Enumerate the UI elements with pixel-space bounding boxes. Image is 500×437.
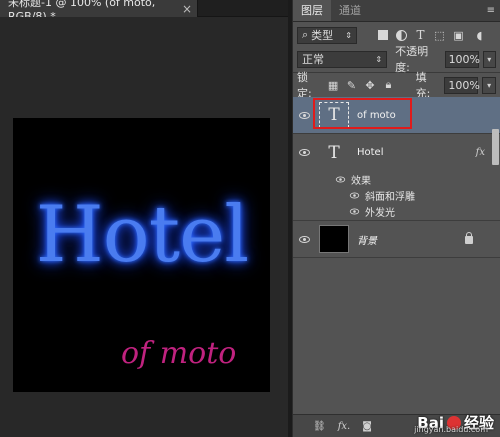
layer-name: Hotel	[357, 147, 384, 158]
chevron-down-icon: ⇕	[375, 54, 383, 64]
filter-toggle-icon[interactable]: ◖	[472, 28, 487, 43]
tab-channels[interactable]: 通道	[331, 0, 369, 21]
blend-mode-value: 正常	[302, 53, 324, 66]
filter-kind-select[interactable]: ⌕ 类型 ⇕	[297, 26, 357, 44]
layer-hotel[interactable]: T Hotel fx	[293, 134, 500, 171]
layers-panel: 图层 通道 ≡ ⌕ 类型 ⇕ T ⬚ ▣ ◖ 正常 ⇕ 不透明度: 100% ▾…	[292, 0, 500, 437]
chevron-down-icon: ⇕	[345, 30, 352, 40]
add-mask-icon[interactable]: ◙	[362, 421, 372, 432]
type-layer-filter-icon[interactable]: T	[413, 28, 428, 43]
add-style-icon[interactable]: fx.	[338, 421, 351, 432]
background-thumbnail	[319, 225, 349, 253]
effects-label: 效果	[351, 175, 371, 187]
panel-tabs: 图层 通道 ≡	[293, 0, 500, 22]
filter-kind-label: 类型	[311, 29, 334, 42]
watermark-url: jingyan.baidu.com	[414, 425, 488, 434]
effect-name: 斜面和浮雕	[365, 191, 415, 203]
visibility-toggle[interactable]	[293, 235, 315, 243]
document-tab[interactable]: 未标题-1 @ 100% (of moto, RGB/8) * ×	[0, 0, 198, 23]
eye-icon[interactable]	[349, 208, 360, 215]
smart-object-filter-icon[interactable]: ▣	[451, 28, 466, 43]
lock-image-icon[interactable]: ✎	[344, 78, 358, 93]
link-layers-icon[interactable]: ⛓	[313, 421, 326, 432]
text-layer-thumbnail-icon: T	[328, 142, 340, 163]
effect-bevel-emboss[interactable]: 斜面和浮雕	[293, 187, 500, 203]
visibility-toggle[interactable]	[293, 149, 315, 156]
opacity-value: 100%	[448, 52, 481, 66]
shape-layer-filter-icon[interactable]: ⬚	[432, 28, 447, 43]
pixel-layer-filter-icon[interactable]	[375, 28, 390, 43]
eye-icon	[298, 149, 310, 156]
lock-all-icon[interactable]: 🔒︎	[381, 78, 395, 93]
blend-mode-select[interactable]: 正常 ⇕	[297, 50, 388, 68]
eye-icon[interactable]	[349, 192, 360, 198]
eye-icon	[298, 235, 310, 243]
panel-menu-icon[interactable]: ≡	[487, 5, 495, 16]
tab-layers[interactable]: 图层	[293, 0, 331, 21]
layer-background[interactable]: 背景	[293, 221, 500, 258]
watermark-logo: Bai 经验 jingyan.baidu.com	[414, 412, 494, 435]
lock-transparent-icon[interactable]: ▦	[326, 78, 340, 93]
canvas-area[interactable]: Hotel of moto	[0, 17, 288, 437]
artboard[interactable]: Hotel of moto	[13, 118, 270, 392]
visibility-toggle[interactable]	[293, 111, 315, 119]
effect-outer-glow[interactable]: 外发光	[293, 203, 500, 221]
opacity-input[interactable]: 100%	[444, 50, 481, 68]
fx-icon[interactable]: fx	[476, 147, 485, 158]
adjustment-layer-filter-icon[interactable]	[394, 28, 409, 43]
fill-value: 100%	[448, 78, 480, 92]
eye-icon[interactable]	[335, 176, 346, 182]
opacity-dropdown-button[interactable]: ▾	[482, 50, 496, 68]
document-tab-bar: 未标题-1 @ 100% (of moto, RGB/8) * ×	[0, 0, 288, 23]
effects-group[interactable]: 效果	[293, 171, 500, 187]
lock-row: 锁定: ▦ ✎ ✥ 🔒︎ 填充: 100% ▾	[293, 71, 500, 100]
highlight-annotation	[313, 98, 412, 129]
effect-name: 外发光	[365, 208, 395, 219]
search-icon: ⌕	[302, 28, 309, 41]
fill-dropdown-button[interactable]: ▾	[482, 76, 496, 94]
lock-icon	[465, 232, 473, 244]
layer-name: 背景	[357, 235, 377, 247]
hotel-text: Hotel	[35, 190, 249, 280]
blend-row: 正常 ⇕ 不透明度: 100% ▾	[293, 45, 500, 74]
fill-input[interactable]: 100%	[444, 76, 480, 94]
lock-position-icon[interactable]: ✥	[363, 78, 377, 93]
layer-of-moto[interactable]: T of moto	[293, 97, 500, 134]
layers-list: T of moto T Hotel fx 效果 斜面和浮雕 外发光 背景	[293, 97, 500, 414]
eye-icon	[298, 111, 310, 119]
close-tab-icon[interactable]: ×	[182, 2, 192, 16]
of-moto-text: of moto	[121, 336, 237, 371]
layers-scrollbar[interactable]	[492, 129, 499, 165]
